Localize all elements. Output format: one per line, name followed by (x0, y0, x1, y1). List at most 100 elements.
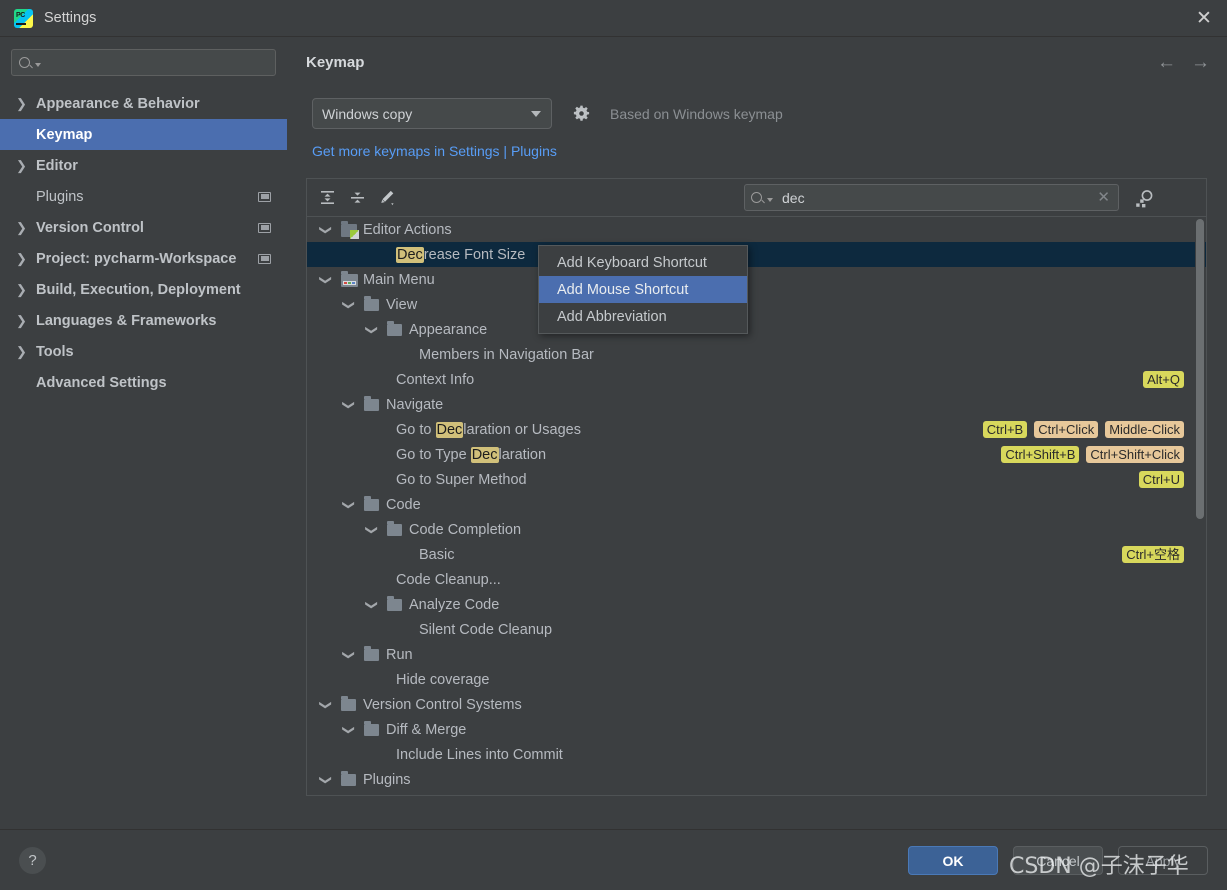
gear-icon[interactable] (573, 105, 590, 122)
shortcut-search-input[interactable]: dec ✕ (744, 184, 1119, 211)
chevron-down-icon[interactable]: ❯ (319, 274, 333, 284)
expand-all-icon[interactable] (312, 183, 342, 213)
tree-row[interactable]: ❯ Editor Actions (307, 217, 1206, 242)
get-more-keymaps-link[interactable]: Get more keymaps in Settings | Plugins (312, 143, 557, 159)
tree-row[interactable]: ❯ Version Control Systems (307, 692, 1206, 717)
chevron-right-icon[interactable]: ❯ (16, 159, 30, 172)
chevron-down-icon[interactable]: ❯ (365, 599, 379, 609)
ok-button[interactable]: OK (908, 846, 998, 875)
chevron-right-icon[interactable]: ❯ (16, 252, 30, 265)
sidebar-item-version-control[interactable]: ❯ Version Control (0, 212, 287, 243)
sidebar-item-build-execution-deployment[interactable]: ❯ Build, Execution, Deployment (0, 274, 287, 305)
back-arrow-icon[interactable]: ← (1157, 53, 1176, 72)
help-button[interactable]: ? (19, 847, 46, 874)
chevron-down-icon[interactable]: ❯ (342, 399, 356, 409)
tree-scrollbar[interactable] (1195, 218, 1205, 794)
tree-row[interactable]: Include Lines into Commit (307, 742, 1206, 767)
tree-row[interactable]: Go to Super Method Ctrl+U (307, 467, 1206, 492)
chevron-right-icon[interactable]: ❯ (16, 283, 30, 296)
chevron-down-icon[interactable]: ❯ (319, 224, 333, 234)
tree-row[interactable]: ❯ Run (307, 642, 1206, 667)
forward-arrow-icon[interactable]: → (1191, 53, 1210, 72)
chevron-down-icon[interactable]: ❯ (319, 699, 333, 709)
chevron-right-icon[interactable]: ❯ (16, 221, 30, 234)
collapse-all-icon[interactable] (342, 183, 372, 213)
keymap-select[interactable]: Windows copy (312, 98, 552, 129)
keyboard-shortcut-badge[interactable]: Ctrl+B (982, 421, 1028, 438)
tree-row[interactable]: Members in Navigation Bar (307, 342, 1206, 367)
sidebar-item-keymap[interactable]: Keymap (0, 119, 287, 150)
mouse-shortcut-badge[interactable]: Middle-Click (1105, 421, 1184, 438)
keymap-tree[interactable]: ❯ Editor Actions Decrease Font Size ❯ Main M… (307, 217, 1206, 795)
chevron-down-icon[interactable]: ❯ (342, 724, 356, 734)
tree-row[interactable]: Go to Declaration or Usages Ctrl+B Ctrl+Cl… (307, 417, 1206, 442)
chevron-right-icon[interactable]: ❯ (16, 97, 30, 110)
close-icon[interactable]: ✕ (1181, 0, 1227, 36)
search-icon (751, 192, 762, 203)
tree-row[interactable]: Silent Code Cleanup (307, 617, 1206, 642)
chevron-down-icon (531, 110, 541, 117)
context-menu-item[interactable]: Add Mouse Shortcut (539, 276, 747, 303)
tree-row[interactable]: Context Info Alt+Q (307, 367, 1206, 392)
shortcut-context-menu[interactable]: Add Keyboard Shortcut Add Mouse Shortcut A… (538, 245, 748, 334)
chevron-down-icon[interactable]: ❯ (342, 299, 356, 309)
tree-row[interactable]: Go to Type Declaration Ctrl+Shift+B Ctrl+S… (307, 442, 1206, 467)
settings-search-input[interactable] (11, 49, 276, 76)
tree-row[interactable]: Basic Ctrl+空格 (307, 542, 1206, 567)
context-menu-item[interactable]: Add Abbreviation (539, 303, 747, 330)
sidebar-item-label: Languages & Frameworks (36, 312, 217, 329)
find-by-shortcut-icon[interactable] (1134, 188, 1155, 209)
sidebar-item-project-pycharm-workspace[interactable]: ❯ Project: pycharm-Workspace (0, 243, 287, 274)
chevron-down-icon[interactable]: ❯ (319, 774, 333, 784)
tree-row[interactable]: ❯ Code (307, 492, 1206, 517)
tree-row-label: Decrease Font Size (396, 246, 526, 263)
sidebar-item-advanced-settings[interactable]: Advanced Settings (0, 367, 287, 398)
tree-row-label: Code (386, 496, 421, 513)
tree-row[interactable]: ❯ Plugins (307, 767, 1206, 792)
tree-row-label: Hide coverage (396, 671, 490, 688)
chevron-down-icon[interactable]: ❯ (365, 324, 379, 334)
chevron-right-icon[interactable]: ❯ (16, 314, 30, 327)
tree-row[interactable]: ❯ Code Completion (307, 517, 1206, 542)
tree-row-label: Code Cleanup... (396, 571, 501, 588)
shortcut-search-value: dec (782, 189, 805, 206)
keymap-selector-row: Windows copy Based on Windows keymap (312, 98, 783, 129)
sidebar-item-editor[interactable]: ❯ Editor (0, 150, 287, 181)
chevron-down-icon[interactable]: ❯ (342, 499, 356, 509)
tree-row-label: Silent Code Cleanup (419, 621, 553, 638)
tree-row[interactable]: ❯ Appearance (307, 317, 1206, 342)
sidebar-item-plugins[interactable]: Plugins (0, 181, 287, 212)
chevron-down-icon[interactable]: ❯ (342, 649, 356, 659)
mouse-shortcut-badge[interactable]: Ctrl+Shift+Click (1086, 446, 1184, 463)
tree-row[interactable]: ❯ Diff & Merge (307, 717, 1206, 742)
keyboard-shortcut-badge[interactable]: Alt+Q (1143, 371, 1184, 388)
editor-actions-icon (341, 221, 357, 237)
clear-search-icon[interactable]: ✕ (1097, 190, 1110, 205)
tree-scrollbar-thumb[interactable] (1196, 219, 1204, 519)
context-menu-item[interactable]: Add Keyboard Shortcut (539, 249, 747, 276)
sidebar-item-tools[interactable]: ❯ Tools (0, 336, 287, 367)
chevron-down-icon[interactable]: ❯ (365, 524, 379, 534)
tree-row-label: Run (386, 646, 413, 663)
folder-icon (364, 296, 379, 311)
tree-row-label: Code Completion (409, 521, 522, 538)
page-title: Keymap (306, 54, 365, 71)
tree-row[interactable]: ❯ Main Menu (307, 267, 1206, 292)
keyboard-shortcut-badge[interactable]: Ctrl+空格 (1122, 546, 1184, 563)
keyboard-shortcut-badge[interactable]: Ctrl+U (1138, 471, 1184, 488)
tree-row[interactable]: ❯ View (307, 292, 1206, 317)
keyboard-shortcut-badge[interactable]: Ctrl+Shift+B (1001, 446, 1080, 463)
tree-row[interactable]: Code Cleanup... (307, 567, 1206, 592)
tree-row[interactable]: ❯ Navigate (307, 392, 1206, 417)
mouse-shortcut-badge[interactable]: Ctrl+Click (1034, 421, 1099, 438)
tree-row-label: Editor Actions (363, 221, 452, 238)
tree-row[interactable]: Hide coverage (307, 667, 1206, 692)
shortcut-badges: Ctrl+空格 (1122, 542, 1184, 567)
chevron-right-icon[interactable]: ❯ (16, 345, 30, 358)
tree-row[interactable]: Decrease Font Size (307, 242, 1206, 267)
tree-row[interactable]: ❯ Analyze Code (307, 592, 1206, 617)
sidebar-item-label: Appearance & Behavior (36, 95, 200, 112)
sidebar-item-languages-frameworks[interactable]: ❯ Languages & Frameworks (0, 305, 287, 336)
edit-pencil-icon[interactable] (372, 183, 402, 213)
sidebar-item-appearance-behavior[interactable]: ❯ Appearance & Behavior (0, 88, 287, 119)
